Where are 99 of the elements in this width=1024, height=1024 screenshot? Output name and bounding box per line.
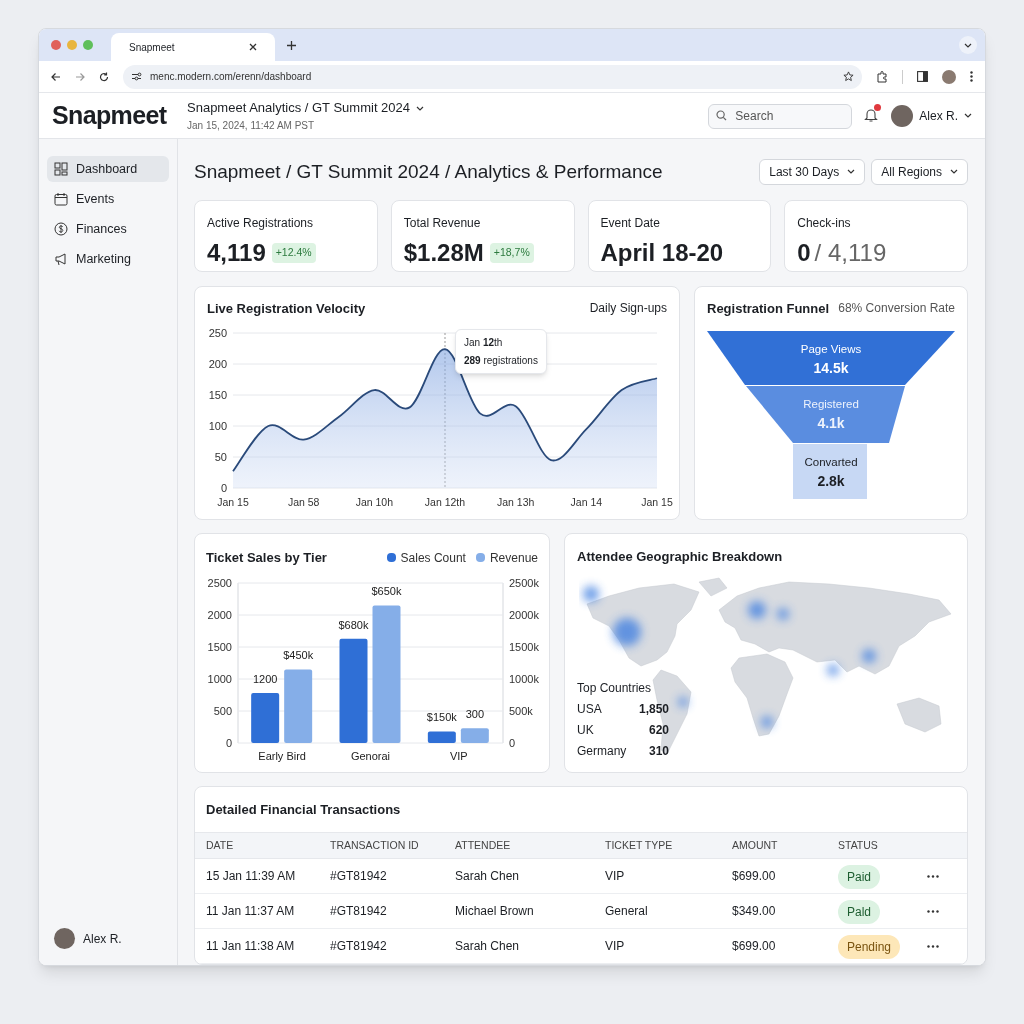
chart-title: Registration Funnel xyxy=(707,300,830,318)
value-label: $450k xyxy=(283,649,314,662)
status-badge: Pald xyxy=(838,899,881,924)
country-count: 310 xyxy=(648,742,670,760)
stage-value: 14.5k xyxy=(813,359,849,379)
axis-tick-label: 1000 xyxy=(207,672,232,685)
tab-title: Snapmeet xyxy=(129,40,175,55)
axis-tick-label: 250 xyxy=(208,327,227,339)
chart-title: Ticket Sales by Tier xyxy=(206,549,328,568)
stat-value: 0 xyxy=(797,238,811,268)
axis-tick-label: 0 xyxy=(225,736,232,749)
legend-label: Sales Count xyxy=(400,549,466,567)
axis-tick-label: Jan 15 xyxy=(641,496,673,508)
column-header: STATUS xyxy=(838,837,879,853)
category-label: Genorai xyxy=(350,749,391,762)
country-name: Germany xyxy=(577,742,628,760)
table-cell-text: 11 Jan 11:38 AM xyxy=(206,938,296,955)
table-cell-text: $699.00 xyxy=(732,938,777,955)
axis-tick-label: 2500 xyxy=(207,576,232,589)
tooltip-text: 289 registrations xyxy=(464,354,538,368)
country-name: UK xyxy=(577,721,595,739)
timestamp: Jan 15, 2024, 11:42 AM PST xyxy=(187,118,316,133)
value-label: $650k xyxy=(371,585,402,598)
country-count: 620 xyxy=(648,721,670,739)
stage-value: 4.1k xyxy=(817,414,845,434)
axis-tick-label: 0 xyxy=(220,482,227,494)
table-cell-text: #GT81942 xyxy=(330,938,388,955)
page-title: Snapmeet / GT Summit 2024 / Analytics & Performance xyxy=(194,159,664,184)
axis-tick-label: 1000k xyxy=(509,672,539,685)
axis-tick-label: 500 xyxy=(213,704,232,717)
table-cell-text: 11 Jan 11:37 AM xyxy=(206,903,296,920)
axis-tick-label: 2000 xyxy=(207,608,232,621)
status-badge: Paid xyxy=(838,864,881,889)
stage-label: Page Views xyxy=(800,342,862,357)
axis-tick-label: 0 xyxy=(509,736,516,749)
country-name: USA xyxy=(577,700,603,718)
table-cell-text: General xyxy=(605,903,649,920)
column-header: ATTENDEE xyxy=(455,837,512,853)
value-label: $680k xyxy=(338,618,369,631)
axis-tick-label: 500k xyxy=(509,704,533,717)
chart-title: Attendee Geographic Breakdown xyxy=(577,547,783,566)
stage-value: 2.8k xyxy=(817,472,845,492)
column-header: TICKET TYPE xyxy=(605,837,674,853)
axis-tick-label: 2500k xyxy=(509,576,539,589)
axis-tick-label: Jan 14 xyxy=(570,496,603,508)
stat-total: / 4,119 xyxy=(814,238,887,268)
stat-label: Active Registrations xyxy=(207,215,315,232)
axis-tick-label: 2000k xyxy=(509,608,539,621)
user-name: Alex R. xyxy=(83,930,122,948)
axis-tick-label: Jan 58 xyxy=(287,496,320,508)
stage-label: Convarted xyxy=(804,455,858,470)
value-label: 300 xyxy=(465,708,484,721)
conversion-rate: 68% Conversion Rate xyxy=(838,300,955,317)
country-count: 1,850 xyxy=(639,700,670,718)
axis-tick-label: Jan 13h xyxy=(497,496,535,508)
column-header: DATE xyxy=(206,837,235,853)
url-text: menc.modern.com/erenn/dashboard xyxy=(150,70,312,84)
stat-label: Event Date xyxy=(600,215,661,232)
category-label: Early Bird xyxy=(258,749,306,762)
column-header: AMOUNT xyxy=(732,837,779,853)
status-badge: Pending xyxy=(838,934,901,959)
axis-tick-label: 150 xyxy=(208,389,227,401)
category-label: VIP xyxy=(449,749,468,762)
axis-tick-label: 50 xyxy=(214,451,227,463)
stat-value: 4,119 xyxy=(207,238,266,268)
axis-tick-label: 1500 xyxy=(207,640,232,653)
table-cell-text: 15 Jan 11:39 AM xyxy=(206,868,297,885)
table-cell-text: Sarah Chen xyxy=(455,868,521,885)
stat-label: Total Revenue xyxy=(403,215,482,232)
legend-label: Revenue xyxy=(489,549,538,567)
axis-tick-label: Jan 15 xyxy=(217,496,249,508)
table-cell-text: $699.00 xyxy=(732,868,777,885)
value-label: $150k xyxy=(426,711,457,724)
table-cell-text: Michael Brown xyxy=(455,903,535,920)
axis-tick-label: 1500k xyxy=(509,640,539,653)
app-logo: Snapmeet xyxy=(52,99,168,131)
axis-tick-label: Jan 10h xyxy=(355,496,393,508)
stage-label: Registered xyxy=(803,397,859,412)
table-cell-text: #GT81942 xyxy=(330,903,388,920)
change-badge: +12.4% xyxy=(271,243,316,263)
table-cell-text: VIP xyxy=(605,938,626,955)
stat-value: April 18-20 xyxy=(600,238,724,268)
axis-tick-label: 200 xyxy=(208,358,227,370)
stat-label: Check-ins xyxy=(797,215,852,232)
list-title: Top Countries xyxy=(577,679,653,697)
chart-subtitle: Daily Sign-ups xyxy=(589,300,667,317)
chart-title: Live Registration Velocity xyxy=(207,300,366,318)
table-cell-text: #GT81942 xyxy=(330,868,388,885)
table-cell-text: VIP xyxy=(605,868,626,885)
axis-tick-label: 100 xyxy=(208,420,227,432)
tooltip-date: Jan 12th xyxy=(464,336,504,350)
stat-value: $1.28M xyxy=(403,238,484,268)
change-badge: +18,7% xyxy=(489,243,534,263)
table-cell-text: Sarah Chen xyxy=(455,938,521,955)
table-cell-text: $349.00 xyxy=(732,903,777,920)
value-label: 1200 xyxy=(252,672,278,685)
column-header: TRANSACTION ID xyxy=(330,837,420,853)
axis-tick-label: Jan 12th xyxy=(424,496,466,508)
table-title: Detailed Financial Transactions xyxy=(205,800,402,819)
